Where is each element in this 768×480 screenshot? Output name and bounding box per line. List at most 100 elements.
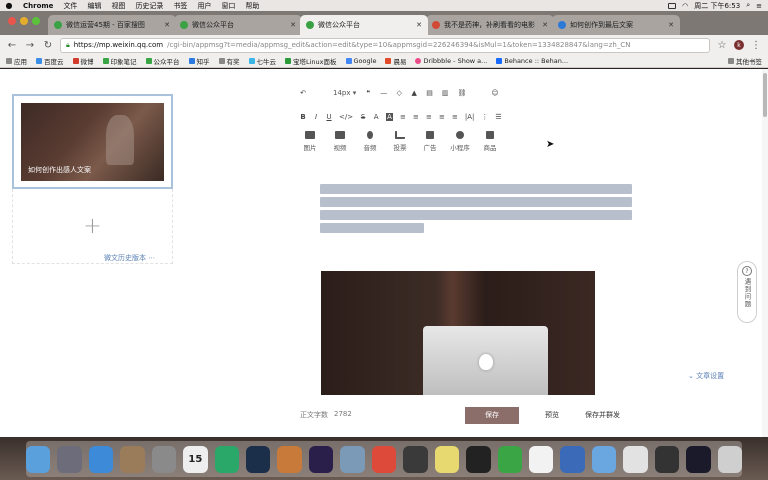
dock-app-store-icon[interactable] <box>88 445 114 473</box>
insert-audio-button[interactable]: 音频 <box>360 131 380 152</box>
bookmark-apps[interactable]: 应用 <box>6 56 27 66</box>
dock-xcode-icon[interactable] <box>340 445 365 473</box>
dock-qq-icon[interactable] <box>466 445 491 473</box>
dock-chrome-icon[interactable] <box>371 445 397 473</box>
dock-wechat-icon[interactable] <box>497 445 522 473</box>
profile-avatar[interactable]: k <box>734 40 744 50</box>
clear-format-icon[interactable]: ◇ <box>396 89 402 97</box>
menu-bookmarks[interactable]: 书签 <box>168 1 192 11</box>
tab-close-icon[interactable]: ✕ <box>290 21 296 29</box>
dock-notes-icon[interactable] <box>434 445 460 473</box>
italic-icon[interactable]: I <box>313 113 319 121</box>
forward-arrow-icon[interactable]: → <box>24 40 36 51</box>
save-button[interactable]: 保存 <box>465 406 519 424</box>
justify-icon[interactable]: ≡ <box>439 113 445 121</box>
reload-icon[interactable]: ↻ <box>42 40 54 51</box>
dock-finder-icon[interactable] <box>25 445 51 473</box>
indent-icon[interactable]: ≡ <box>452 113 458 121</box>
align-center-icon[interactable]: ≡ <box>413 113 419 121</box>
insert-product-button[interactable]: 商品 <box>480 131 500 152</box>
bookmark-weibo[interactable]: 微博 <box>72 56 94 66</box>
menu-view[interactable]: 视图 <box>106 1 130 11</box>
bookmark-qiniu[interactable]: 七牛云 <box>248 56 276 66</box>
bookmark-mp[interactable]: 公众平台 <box>145 56 180 66</box>
background-color-icon[interactable]: A <box>386 113 393 121</box>
dock-preview-icon[interactable] <box>120 445 145 473</box>
format-brush-icon[interactable]: ▲ <box>411 89 417 97</box>
zoom-window-icon[interactable] <box>32 17 40 25</box>
menu-help[interactable]: 帮助 <box>240 1 264 11</box>
tab-close-icon[interactable]: ✕ <box>164 21 170 29</box>
blockquote-icon[interactable]: ❝ <box>365 89 371 97</box>
spotlight-icon[interactable]: ⌕ <box>746 1 750 10</box>
dock-system-prefs-icon[interactable] <box>151 445 177 473</box>
bookmark-dribbble[interactable]: Dribbble - Show a... <box>415 57 487 65</box>
dock-quicktime-icon[interactable] <box>686 445 711 473</box>
dock-coordinate-icon[interactable] <box>623 445 648 473</box>
tab-movie[interactable]: 我不是药神，补刷看看的电影 ✕ <box>426 15 554 35</box>
table-icon[interactable]: ▥ <box>442 89 449 97</box>
emoji-icon[interactable]: ☺ <box>491 89 498 97</box>
strikethrough-icon[interactable]: S <box>360 113 366 121</box>
bookmark-other-folder[interactable]: 其他书签 <box>728 56 762 66</box>
page-scrollbar[interactable] <box>762 69 768 437</box>
menu-file[interactable]: 文件 <box>58 1 82 11</box>
bookmark-behance[interactable]: Behance :: Behan... <box>496 57 568 65</box>
underline-icon[interactable]: U <box>326 113 332 121</box>
tab-weixin-search[interactable]: 微信运营45期 - 百家搜图 ✕ <box>48 15 176 35</box>
menu-history[interactable]: 历史记录 <box>130 1 168 11</box>
dock-folder-icon[interactable] <box>591 445 617 473</box>
close-window-icon[interactable] <box>8 17 16 25</box>
insert-miniprogram-button[interactable]: 小程序 <box>450 131 470 152</box>
divider-icon[interactable]: — <box>380 89 387 97</box>
menu-user[interactable]: 用户 <box>192 1 216 11</box>
bookmark-google[interactable]: Google <box>345 57 376 65</box>
font-size-select[interactable]: 14px ▾ <box>333 89 356 97</box>
bold-icon[interactable]: B <box>300 113 306 121</box>
align-right-icon[interactable]: ≡ <box>426 113 432 121</box>
menu-app-name[interactable]: Chrome <box>18 2 58 10</box>
article-image[interactable] <box>321 271 595 395</box>
menubar-clock[interactable]: 周二 下午6:53 <box>694 1 740 11</box>
dock-activity-monitor-icon[interactable] <box>654 445 680 473</box>
bookmark-zhihu[interactable]: 知乎 <box>188 56 210 66</box>
menu-window[interactable]: 窗口 <box>216 1 240 11</box>
bookmark-evernote[interactable]: 印象笔记 <box>102 56 137 66</box>
template-icon[interactable]: ▤ <box>426 89 433 97</box>
font-color-icon[interactable]: A <box>373 113 379 121</box>
selected-text-block[interactable] <box>320 184 632 236</box>
scrollbar-thumb[interactable] <box>763 73 767 117</box>
line-height-icon[interactable]: ⋮ <box>481 113 488 121</box>
save-and-publish-button[interactable]: 保存并群发 <box>585 410 620 420</box>
back-arrow-icon[interactable]: ← <box>6 40 18 51</box>
insert-video-button[interactable]: 视频 <box>330 131 350 152</box>
article-card[interactable]: 如何创作出感人文案 <box>12 94 173 189</box>
letter-spacing-icon[interactable]: |A| <box>465 113 475 121</box>
dock-texteditor-icon[interactable] <box>528 445 554 473</box>
tab-close-icon[interactable]: ✕ <box>542 21 548 29</box>
dock-pages-icon[interactable] <box>277 445 302 473</box>
tab-mp-platform-active[interactable]: 微信公众平台 ✕ <box>300 15 428 35</box>
dock-photoshop-icon[interactable] <box>246 445 271 473</box>
article-settings-link[interactable]: ⌄ 文章设置 <box>688 371 724 381</box>
tab-copywriting[interactable]: 如何创作到最后文案 ✕ <box>552 15 680 35</box>
apple-menu-icon[interactable]: ● <box>0 1 18 10</box>
dock-keynote-icon[interactable] <box>560 445 585 473</box>
help-widget[interactable]: ? 遇到问题 <box>737 261 757 323</box>
minimize-window-icon[interactable] <box>20 17 28 25</box>
list-icon[interactable]: ☰ <box>495 113 501 121</box>
tab-close-icon[interactable]: ✕ <box>668 21 674 29</box>
dock-trash-icon[interactable] <box>717 445 743 473</box>
dock-launchpad-icon[interactable] <box>57 445 82 473</box>
dock-calendar-icon[interactable]: 15 <box>183 445 208 473</box>
undo-icon[interactable]: ↶ <box>300 89 306 97</box>
version-history-link[interactable]: 微文历史版本 ⋯ <box>104 253 155 263</box>
preview-button[interactable]: 预览 <box>545 410 559 420</box>
insert-image-button[interactable]: 图片 <box>300 131 320 152</box>
code-icon[interactable]: </> <box>339 113 353 121</box>
dock-vectornator-icon[interactable] <box>403 445 428 473</box>
dock-grammarly-icon[interactable] <box>214 445 240 473</box>
dock-premiere-icon[interactable] <box>308 445 334 473</box>
bookmark-youjiang[interactable]: 有奖 <box>218 56 240 66</box>
insert-vote-button[interactable]: 投票 <box>390 131 410 152</box>
